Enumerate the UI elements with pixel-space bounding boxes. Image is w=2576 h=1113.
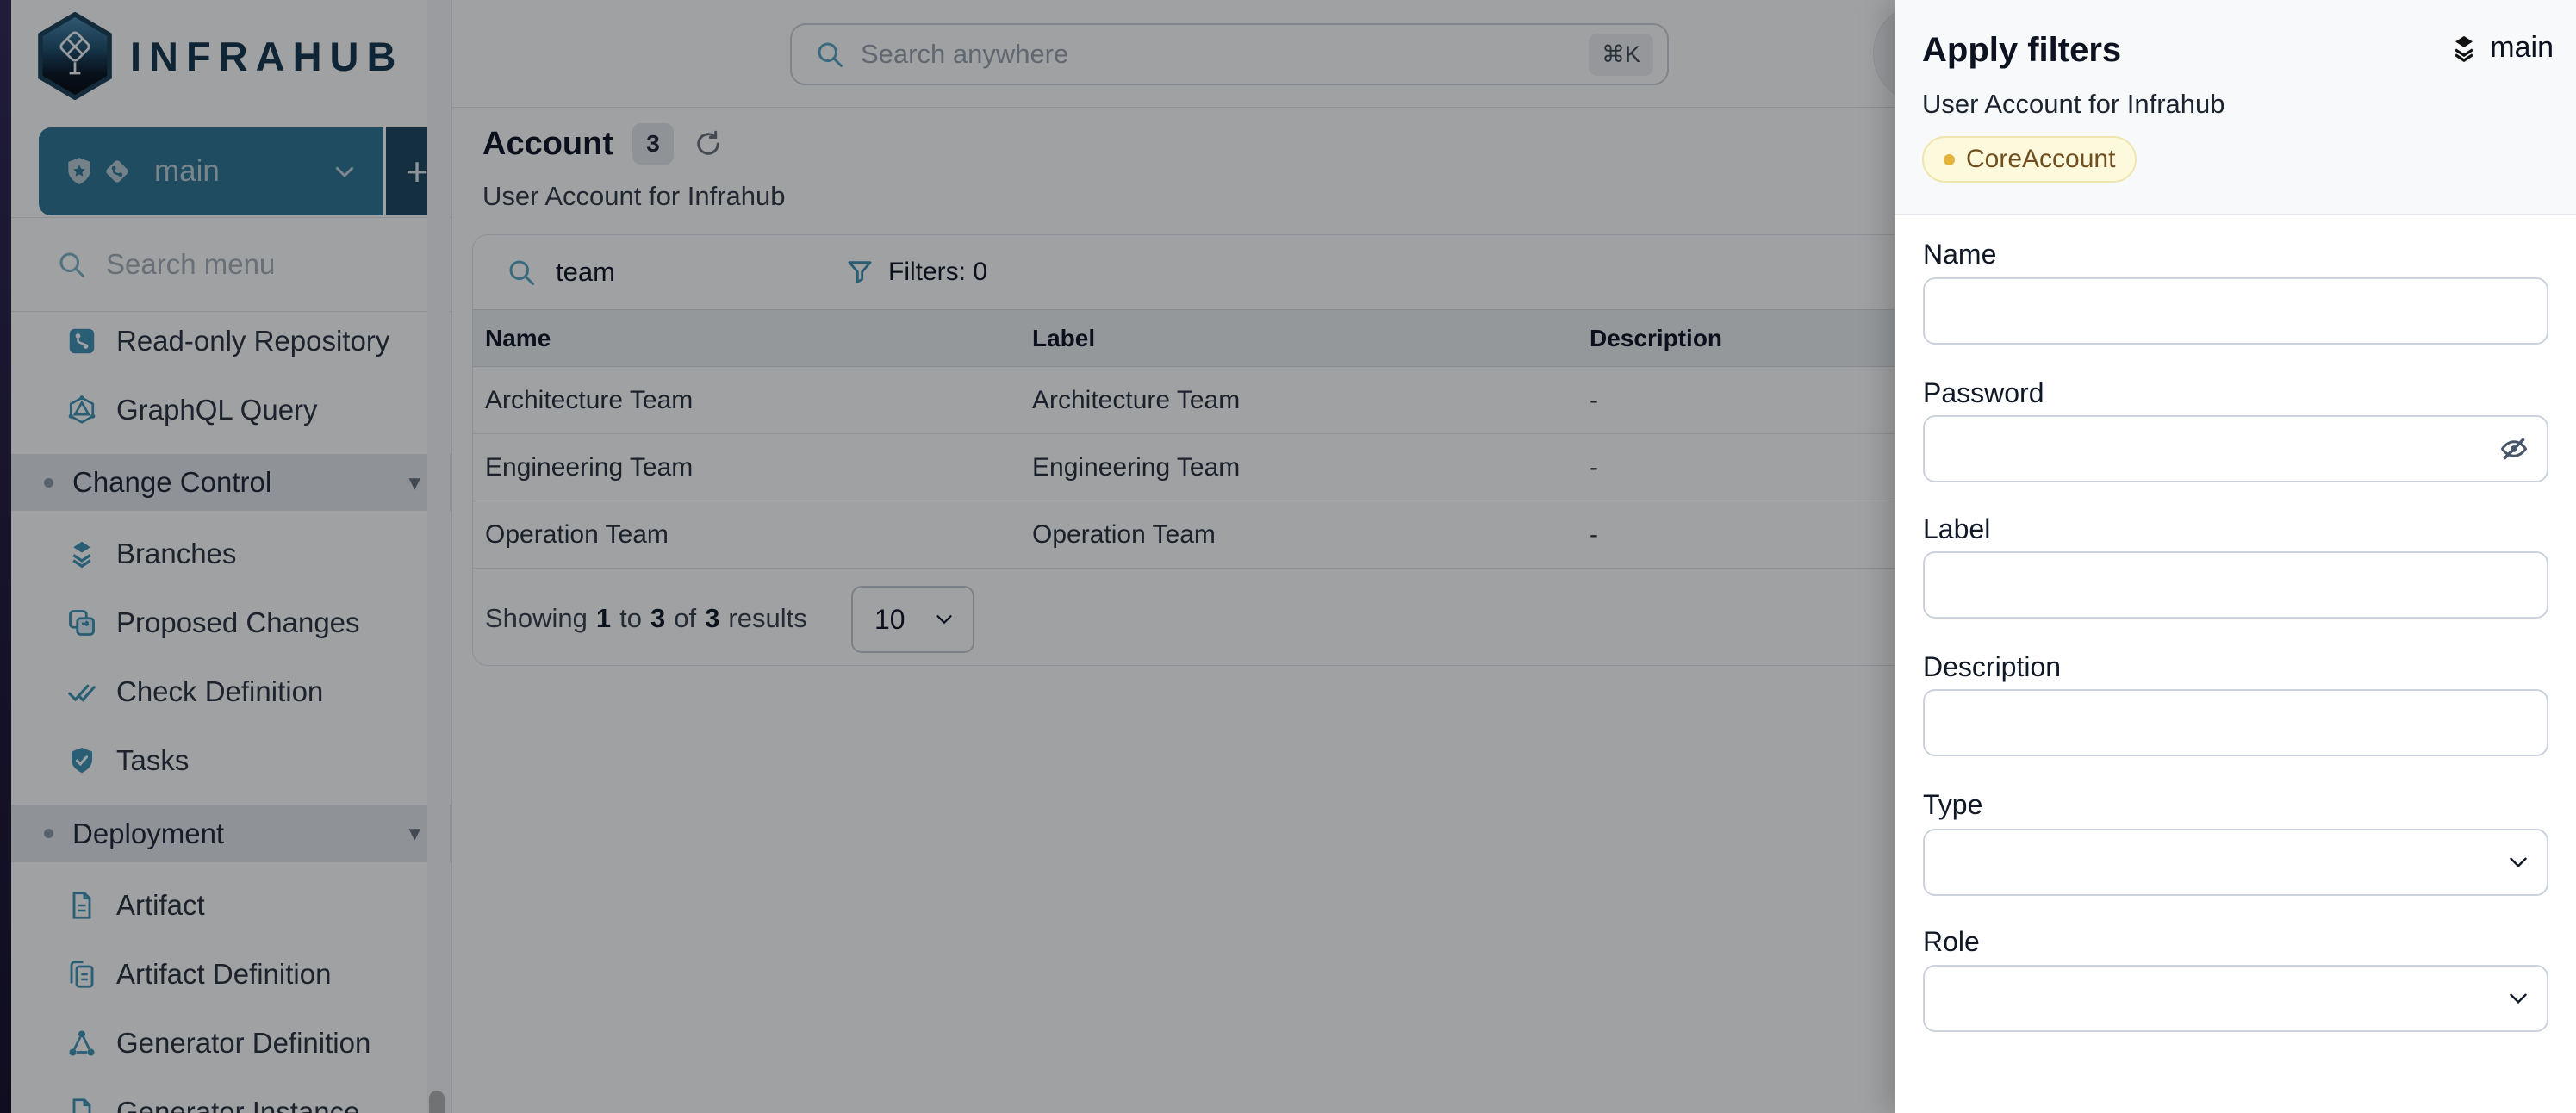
field-label-password: Password [1923,377,2044,409]
modal-backdrop[interactable] [0,0,1895,1113]
kind-label: CoreAccount [1966,145,2115,174]
branch-indicator: main [2449,31,2554,65]
branch-layers-icon [2449,34,2479,63]
filters-panel-subtitle: User Account for Infrahub [1922,89,2225,120]
chevron-down-icon [2504,984,2533,1013]
toggle-password-visibility-button[interactable] [2498,433,2529,464]
description-field [1923,689,2548,756]
app-screen: INFRAHUB main [0,0,2576,1113]
password-input[interactable] [1925,417,2547,481]
name-input[interactable] [1925,279,2547,343]
name-field [1923,277,2548,345]
label-field [1923,551,2548,619]
field-label-type: Type [1923,789,1982,821]
description-input[interactable] [1925,691,2547,755]
role-select[interactable] [1923,965,2548,1032]
field-label-description: Description [1923,651,2061,683]
type-select[interactable] [1923,829,2548,896]
chevron-down-icon [2504,848,2533,877]
password-field [1923,415,2548,482]
field-label-label: Label [1923,513,1990,545]
filters-panel-title: Apply filters [1922,31,2121,70]
kind-badge: CoreAccount [1922,136,2137,183]
label-input[interactable] [1925,553,2547,617]
filters-panel-header: Apply filters main User Account for Infr… [1895,0,2576,215]
kind-dot-icon [1944,154,1955,165]
apply-filters-panel: Apply filters main User Account for Infr… [1895,0,2576,1113]
field-label-name: Name [1923,239,1996,270]
field-label-role: Role [1923,926,1980,958]
branch-name: main [2490,31,2554,65]
eye-off-icon [2498,433,2529,464]
